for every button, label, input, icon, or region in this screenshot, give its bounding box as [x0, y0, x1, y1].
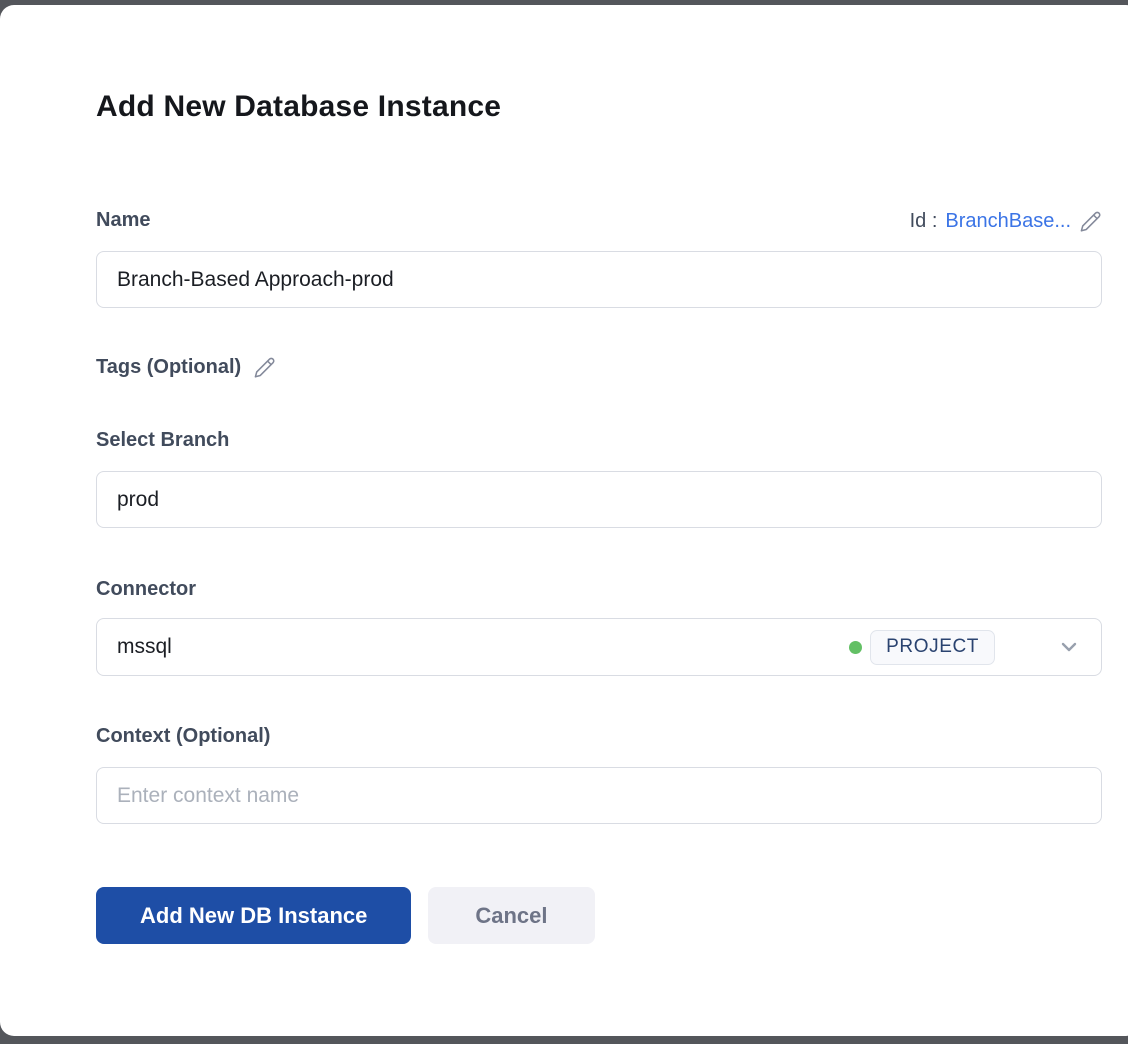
context-input[interactable] [96, 767, 1102, 824]
add-db-instance-dialog: Add New Database Instance Name Id : Bran… [0, 5, 1128, 1036]
edit-tags-icon[interactable] [253, 356, 276, 379]
name-label: Name [96, 207, 150, 233]
connector-select[interactable]: mssql PROJECT [96, 618, 1102, 676]
id-prefix-label: Id : [910, 210, 938, 233]
instance-id-group: Id : BranchBase... [910, 210, 1102, 233]
chevron-down-icon[interactable] [1057, 635, 1081, 659]
connector-status-dot [849, 641, 862, 654]
edit-id-icon[interactable] [1079, 210, 1102, 233]
branch-label: Select Branch [96, 427, 1102, 453]
tags-row: Tags (Optional) [96, 353, 1102, 381]
connector-scope-badge: PROJECT [870, 630, 995, 665]
connector-select-right: PROJECT [849, 630, 1081, 665]
instance-id-link[interactable]: BranchBase... [945, 210, 1071, 233]
context-label: Context (Optional) [96, 723, 1102, 749]
dialog-title: Add New Database Instance [96, 88, 1102, 126]
connector-label: Connector [96, 576, 1102, 602]
connector-value: mssql [117, 635, 172, 659]
add-db-instance-button[interactable]: Add New DB Instance [96, 887, 411, 944]
branch-input[interactable] [96, 471, 1102, 528]
dialog-actions: Add New DB Instance Cancel [96, 887, 1102, 944]
name-input[interactable] [96, 251, 1102, 308]
dialog-content: Add New Database Instance Name Id : Bran… [0, 5, 1102, 944]
tags-label: Tags (Optional) [96, 354, 241, 380]
name-label-row: Name Id : BranchBase... [96, 207, 1102, 233]
cancel-button[interactable]: Cancel [428, 887, 594, 944]
